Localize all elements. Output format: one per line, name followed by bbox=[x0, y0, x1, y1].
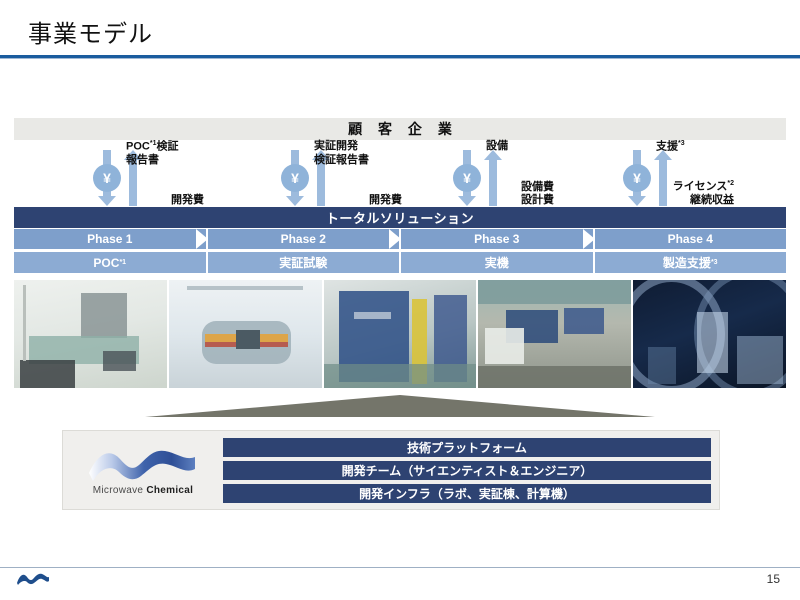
platform-bar-label-3: 開発インフラ（ラボ、実証棟、計算機） bbox=[359, 486, 575, 501]
customer-company-label: 顧 客 企 業 bbox=[348, 121, 458, 137]
total-solution-bar: トータルソリューション bbox=[14, 207, 786, 228]
arrow-pair-3: ¥ bbox=[453, 148, 502, 206]
phase-deliverable-1[interactable]: POC *1 bbox=[14, 252, 206, 273]
flow-payment-label-2: 開発費 bbox=[369, 194, 402, 207]
yen-badge-icon-4: ¥ bbox=[623, 164, 651, 192]
payment-down-arrow-icon-4: ¥ bbox=[623, 150, 651, 206]
platform-foundation-panel: Microwave Chemical 技術プラットフォーム 開発チーム（サイエン… bbox=[62, 430, 720, 510]
phase-deliverable-label-1: POC bbox=[93, 255, 120, 270]
footer-divider bbox=[0, 567, 800, 568]
money-and-deliverable-flows: 開発費 ¥ POC*1検証 報告書 開発費 ¥ 実証開発 検証報告書 設備費 設… bbox=[14, 140, 786, 208]
flow-group-phase2: 開発費 ¥ 実証開発 検証報告書 bbox=[262, 140, 452, 208]
platform-bar-technology[interactable]: 技術プラットフォーム bbox=[223, 437, 711, 457]
payment-down-arrow-icon-2: ¥ bbox=[281, 150, 309, 206]
arrow-pair-4: ¥ bbox=[623, 148, 672, 206]
phase-deliverable-2[interactable]: 実証試験 bbox=[207, 252, 399, 273]
phase-deliverable-row: POC *1 実証試験 実機 製造支援 *3 bbox=[14, 252, 786, 273]
phase-chevron-row: Phase 1 Phase 2 Phase 3 Phase 4 bbox=[14, 229, 786, 249]
phase-chevron-label-4: Phase 4 bbox=[667, 232, 713, 246]
page-title: 事業モデル bbox=[28, 21, 153, 48]
flow-group-phase1: 開発費 ¥ POC*1検証 報告書 bbox=[74, 140, 254, 208]
yen-badge-icon-3: ¥ bbox=[453, 164, 481, 192]
flow-deliverable-label-3: 設備 bbox=[486, 140, 508, 152]
yen-badge-icon-1: ¥ bbox=[93, 164, 121, 192]
phase-chevron-label-2: Phase 2 bbox=[280, 232, 326, 246]
phase-deliverable-label-2: 実証試験 bbox=[279, 256, 328, 270]
flow-payment-label-1: 開発費 bbox=[171, 194, 204, 207]
platform-bar-infrastructure[interactable]: 開発インフラ（ラボ、実証棟、計算機） bbox=[223, 483, 711, 503]
photo-night-industrial-plant bbox=[633, 280, 786, 388]
phase-deliverable-label-3: 実機 bbox=[484, 256, 509, 270]
flow-deliverable-label-2: 実証開発 検証報告書 bbox=[314, 140, 369, 166]
flow-payment-label-3: 設備費 設計費 bbox=[521, 180, 554, 207]
photo-aerial-plant-site bbox=[478, 280, 632, 388]
wave-logo-icon bbox=[89, 450, 195, 481]
flow-payment-label-4: ライセンス*2 継続収益 bbox=[672, 179, 734, 207]
page-number: 15 bbox=[766, 572, 780, 586]
customer-company-banner: 顧 客 企 業 bbox=[14, 118, 786, 140]
photo-lab-bench-equipment bbox=[14, 280, 167, 388]
photo-pilot-plant-skid bbox=[323, 280, 477, 388]
company-name-light: Microwave bbox=[92, 484, 144, 496]
platform-bar-list: 技術プラットフォーム 開発チーム（サイエンティスト＆エンジニア） 開発インフラ（… bbox=[223, 431, 719, 509]
total-solution-label: トータルソリューション bbox=[325, 211, 475, 226]
platform-bar-label-2: 開発チーム（サイエンティスト＆エンジニア） bbox=[341, 463, 593, 478]
phase-deliverable-3[interactable]: 実機 bbox=[401, 252, 593, 273]
flow-deliverable-label-4: 支援*3 bbox=[656, 140, 685, 153]
phase-deliverable-4[interactable]: 製造支援 *3 bbox=[594, 252, 786, 273]
upward-funnel-arrow-icon bbox=[145, 395, 655, 417]
platform-bar-label-1: 技術プラットフォーム bbox=[407, 440, 527, 455]
footer-wave-logo-icon bbox=[17, 573, 49, 585]
title-divider-thin bbox=[0, 58, 800, 59]
yen-badge-icon-2: ¥ bbox=[281, 164, 309, 192]
photo-reactor-vessel bbox=[168, 280, 322, 388]
phase-chevron-3[interactable]: Phase 3 bbox=[401, 229, 606, 249]
facility-photo-strip bbox=[14, 280, 786, 388]
payment-down-arrow-icon-1: ¥ bbox=[93, 150, 121, 206]
company-logo: Microwave Chemical bbox=[63, 431, 223, 509]
company-name: Microwave Chemical bbox=[93, 485, 193, 496]
flow-deliverable-label-1: POC*1検証 報告書 bbox=[126, 140, 179, 167]
phase-chevron-label-3: Phase 3 bbox=[474, 232, 520, 246]
deliverable-up-arrow-icon-4 bbox=[654, 150, 672, 206]
phase-chevron-4[interactable]: Phase 4 bbox=[594, 229, 786, 249]
deliverable-up-arrow-icon-3 bbox=[484, 150, 502, 206]
payment-down-arrow-icon-3: ¥ bbox=[453, 150, 481, 206]
company-name-bold: Chemical bbox=[146, 484, 194, 496]
phase-deliverable-label-4: 製造支援 bbox=[662, 256, 711, 270]
phase-chevron-2[interactable]: Phase 2 bbox=[207, 229, 413, 249]
flow-group-phase4: ライセンス*2 継続収益 ¥ 支援*3 bbox=[604, 140, 784, 208]
flow-group-phase3: 設備費 設計費 ¥ 設備 bbox=[434, 140, 604, 208]
phase-deliverable-sup-4: *3 bbox=[710, 259, 718, 266]
phase-chevron-label-1: Phase 1 bbox=[87, 232, 133, 246]
phase-deliverable-sup-1: *1 bbox=[119, 259, 127, 266]
phase-chevron-1[interactable]: Phase 1 bbox=[14, 229, 219, 249]
platform-bar-team[interactable]: 開発チーム（サイエンティスト＆エンジニア） bbox=[223, 460, 711, 480]
